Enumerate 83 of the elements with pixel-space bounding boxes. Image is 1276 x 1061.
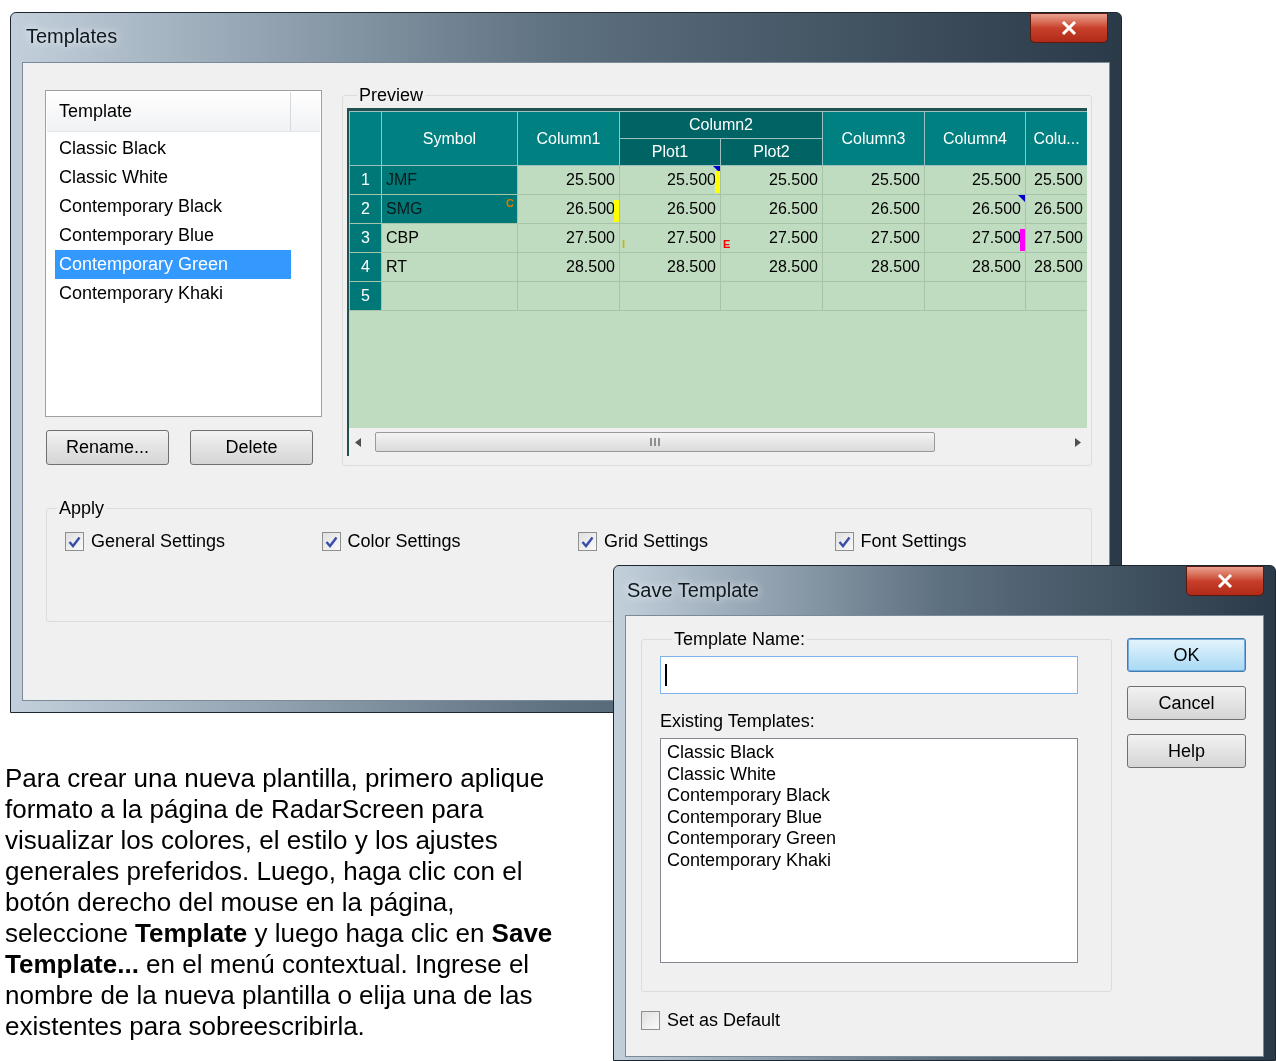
text-caret-icon: [665, 664, 667, 686]
grid-cell: 28.500: [720, 252, 823, 282]
template-name-field[interactable]: [660, 656, 1078, 694]
template-list-item[interactable]: Contemporary Blue: [55, 221, 291, 250]
template-list-item[interactable]: Contemporary Green: [667, 828, 1077, 850]
template-list-item[interactable]: Classic White: [55, 163, 291, 192]
sub-column-header[interactable]: Plot2: [720, 138, 823, 166]
alert-letter: I: [622, 239, 626, 250]
checkbox[interactable]: [321, 532, 341, 551]
grid-cell: JMF: [381, 165, 518, 195]
sub-column-header[interactable]: Plot1: [619, 138, 721, 166]
template-list-item[interactable]: Contemporary Khaki: [55, 279, 291, 308]
grid-cell: 28.500: [822, 252, 925, 282]
checkbox-label[interactable]: Color Settings: [347, 528, 461, 555]
checkbox[interactable]: [65, 532, 84, 551]
close-button[interactable]: [1186, 566, 1264, 596]
close-button[interactable]: [1030, 13, 1108, 43]
row-number: 4: [349, 252, 382, 282]
group-label: Template Name:: [673, 628, 807, 650]
grid-cell: 25.500: [822, 165, 925, 195]
grid-cell: I 27.500: [619, 223, 721, 253]
group-header[interactable]: Column2: [619, 111, 823, 139]
dialog-button[interactable]: Help: [1127, 734, 1246, 768]
template-list-item[interactable]: Contemporary Black: [667, 785, 1077, 807]
grid-cell: 25.500: [619, 165, 721, 195]
group-label: Apply: [58, 498, 106, 518]
field-label: Existing Templates:: [660, 710, 816, 732]
template-list-item[interactable]: Contemporary Blue: [667, 806, 1077, 828]
checkbox[interactable]: [641, 1011, 660, 1030]
dialog-button[interactable]: Rename...: [46, 430, 169, 465]
column-header[interactable]: Symbol: [381, 111, 518, 166]
grid-cell: 25.500: [924, 165, 1026, 195]
checkbox-label[interactable]: General Settings: [91, 528, 226, 555]
grid-cell: 27.500: [822, 223, 925, 253]
left-arrow-icon[interactable]: [355, 437, 361, 447]
row-number: 1: [349, 165, 382, 195]
checkbox-label[interactable]: Set as Default: [667, 1007, 781, 1034]
grid-cell: 28.500: [517, 252, 620, 282]
right-arrow-icon[interactable]: [1075, 437, 1081, 447]
row-number: 3: [349, 223, 382, 253]
grid-cell: CBP: [381, 223, 518, 253]
alert-letter: E: [723, 239, 731, 250]
grid-cell: RT: [381, 252, 518, 282]
dialog-button[interactable]: Delete: [190, 430, 313, 465]
grid-cell: 27.500: [517, 223, 620, 253]
column-header[interactable]: Column4: [924, 111, 1026, 166]
template-list-item[interactable]: Contemporary Black: [55, 192, 291, 221]
alert-letter: C: [506, 198, 514, 209]
grid-cell: 26.500: [822, 194, 925, 224]
checkbox[interactable]: [578, 532, 597, 551]
grid-cell: 26.500: [924, 194, 1026, 224]
window-title: Templates: [26, 24, 118, 49]
close-icon: [1061, 21, 1077, 35]
column-header[interactable]: Column3: [822, 111, 925, 166]
template-list-item[interactable]: Contemporary Khaki: [667, 849, 1077, 871]
grid-cell: 26.500: [720, 194, 823, 224]
template-list-item[interactable]: Classic White: [667, 763, 1077, 785]
column-header[interactable]: Column1: [517, 111, 620, 166]
corner-header: [349, 111, 382, 166]
row-number: 5: [349, 281, 382, 311]
grid-cell: 26.500: [619, 194, 721, 224]
column-header[interactable]: Colu...: [1025, 111, 1087, 166]
checkbox[interactable]: [834, 532, 854, 551]
template-list-item[interactable]: Classic Black: [55, 134, 291, 163]
row-number: 2: [349, 194, 382, 224]
dialog-button[interactable]: OK: [1127, 638, 1246, 672]
grid-cell: 25.500: [720, 165, 823, 195]
grid-cell: 28.500: [619, 252, 721, 282]
grid-cell: SMG C: [381, 194, 518, 224]
window-title: Save Template: [627, 578, 759, 603]
grid-cell: 26.500: [517, 194, 620, 224]
grid-cell: E 27.500: [720, 223, 823, 253]
instructions-paragraph: Para crear una nueva plantilla, primero aplique formato a la página de RadarScreen para visualizar los colores, el estilo y los ajustes generales preferidos. Luego, haga clic con el botón derecho del mouse en la página, seleccione Template y luego haga clic en Save Template... en el menú contextual. Ingrese el nombre de la nueva plantilla o elija una de las existentes para sobreescribirla.: [5, 763, 554, 1042]
template-list-item[interactable]: Classic Black: [667, 742, 1077, 764]
checkbox-label[interactable]: Grid Settings: [604, 528, 709, 555]
close-icon: [1217, 574, 1233, 588]
grid-cell: 25.500: [517, 165, 620, 195]
dialog-button[interactable]: Cancel: [1127, 686, 1246, 720]
grid-cell: 27.500: [924, 223, 1026, 253]
grid-cell: 28.500: [924, 252, 1026, 282]
scroll-thumb[interactable]: [375, 432, 935, 452]
checkbox-label[interactable]: Font Settings: [860, 528, 967, 555]
group-label: Preview: [358, 85, 425, 105]
